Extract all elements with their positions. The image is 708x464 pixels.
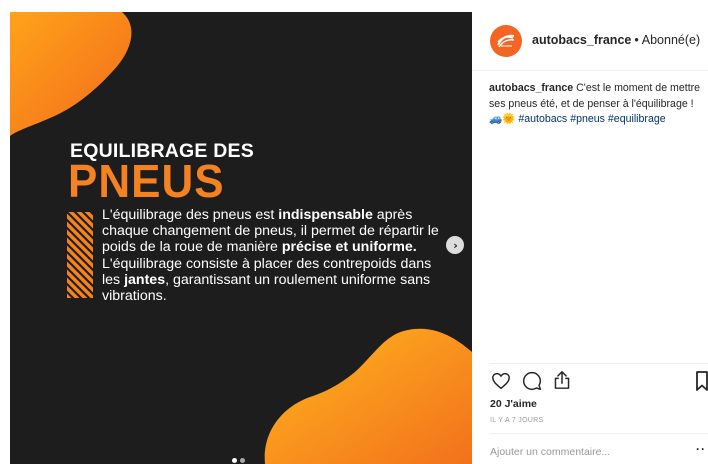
post-header-line: autobacs_france • Abonné(e) [532, 33, 700, 47]
post-sidebar: autobacs_france • Abonné(e) autobacs_franc… [472, 12, 708, 464]
hashtag-link[interactable]: #autobacs [518, 113, 567, 125]
comment-icon[interactable] [522, 371, 542, 391]
header-separator: • [634, 33, 639, 47]
bookmark-icon[interactable] [696, 371, 708, 391]
carousel-next-button[interactable]: › [446, 236, 464, 254]
chevron-right-icon: › [453, 238, 458, 252]
carousel-dots [232, 458, 245, 463]
carousel-dot[interactable] [240, 458, 245, 463]
actions-divider [490, 363, 708, 364]
post-header: autobacs_france • Abonné(e) [472, 12, 708, 71]
striped-accent-icon [67, 212, 93, 298]
slide-body-segment: L'équilibrage des pneus est [102, 207, 279, 223]
hashtag-link[interactable]: #pneus [570, 113, 605, 125]
username-link[interactable]: autobacs_france [532, 33, 631, 47]
follow-status-button[interactable]: Abonné(e) [642, 33, 700, 47]
slide-body-text: L'équilibrage des pneus est indispensabl… [102, 207, 447, 304]
post-caption: autobacs_france C'est le moment de mettr… [489, 81, 703, 128]
caption-emojis: 🚙🌞 [489, 113, 516, 125]
slide-heading-line2: PNEUS [68, 155, 225, 208]
slide-body-bold: jantes [124, 271, 166, 288]
slide-body-bold: précise et uniforme. [281, 239, 417, 256]
slide-body-bold: indispensable [278, 207, 373, 223]
share-icon[interactable] [553, 370, 571, 390]
hashtag-link[interactable]: #equilibrage [608, 113, 666, 125]
post-media[interactable]: EQUILIBRAGE DES PNEUS L'équilibrage des … [10, 12, 472, 464]
caption-username-link[interactable]: autobacs_france [489, 82, 573, 94]
avatar[interactable] [490, 25, 522, 57]
autobacs-logo-icon [497, 34, 515, 48]
more-options-icon[interactable]: ·· [696, 442, 706, 456]
heart-icon[interactable] [491, 372, 511, 390]
carousel-dot-active[interactable] [232, 458, 237, 463]
comment-divider [490, 433, 708, 434]
post-timestamp[interactable]: IL Y A 7 JOURS [490, 417, 544, 424]
likes-count[interactable]: 20 J'aime [490, 398, 537, 410]
comment-input[interactable] [490, 446, 680, 458]
